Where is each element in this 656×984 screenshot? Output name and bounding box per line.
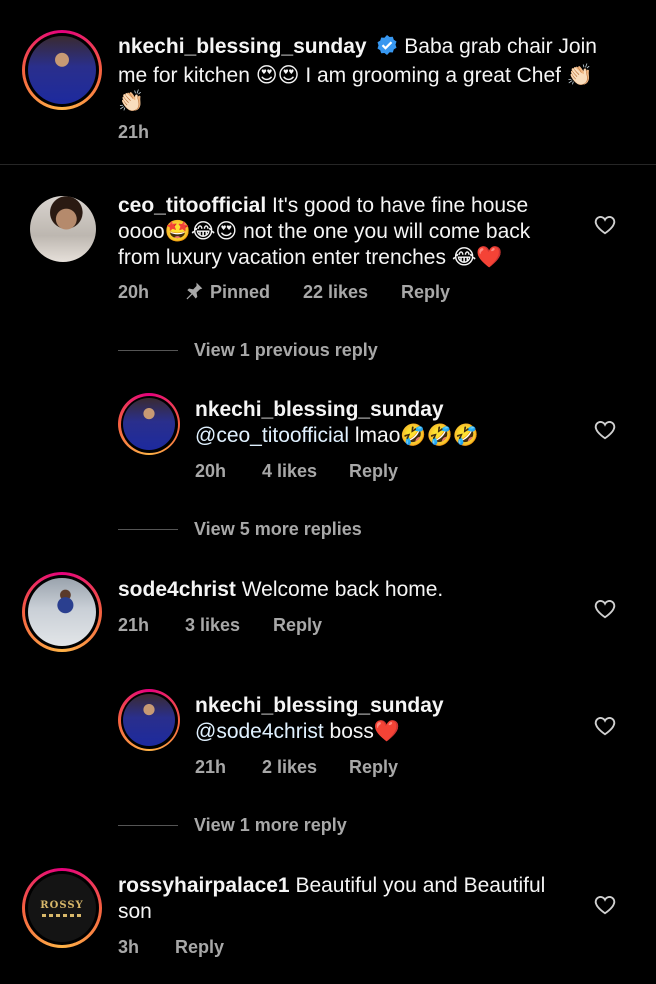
comment-time: 3h xyxy=(118,937,140,957)
reply-button[interactable]: Reply xyxy=(401,282,450,303)
view-replies-label: View 5 more replies xyxy=(194,519,362,539)
comment-text-block: sode4christ Welcome back home. xyxy=(118,577,576,603)
view-replies-button[interactable]: View 1 more reply xyxy=(118,815,347,836)
likes-count[interactable]: 2 likes xyxy=(262,757,317,778)
pinned-label: Pinned xyxy=(210,282,271,302)
verified-badge-icon xyxy=(376,34,398,63)
likes-count[interactable]: 3 likes xyxy=(185,615,240,636)
view-replies-button[interactable]: View 1 previous reply xyxy=(118,340,378,361)
caption-text-block: nkechi_blessing_sunday Baba grab chair J… xyxy=(118,34,608,115)
reply-button[interactable]: Reply xyxy=(349,461,398,482)
comment-text: Welcome back home. xyxy=(235,578,444,601)
comment-text-block: rossyhairpalace1 Beautiful you and Beaut… xyxy=(118,873,576,925)
comment-text-block: ceo_titoofficial It's good to have fine … xyxy=(118,193,576,271)
view-replies-button[interactable]: View 5 more replies xyxy=(118,519,362,540)
caption-time: 21h xyxy=(118,122,150,142)
comment-username[interactable]: ceo_titoofficial xyxy=(118,194,266,217)
heart-outline-icon[interactable] xyxy=(594,419,616,441)
comment-time: 20h xyxy=(118,282,150,302)
replies-line xyxy=(118,529,178,530)
reply-text: lmao🤣🤣🤣 xyxy=(349,424,479,447)
comment-time: 21h xyxy=(118,615,150,635)
avatar[interactable] xyxy=(22,30,102,110)
reply-time: 20h xyxy=(195,461,227,481)
shop-logo: ROSSY xyxy=(40,899,84,911)
reply-button[interactable]: Reply xyxy=(349,757,398,778)
logo-stars xyxy=(42,913,82,917)
heart-outline-icon[interactable] xyxy=(594,598,616,620)
reply-username[interactable]: nkechi_blessing_sunday xyxy=(195,693,575,719)
reply-text-block: nkechi_blessing_sunday @sode4christ boss… xyxy=(195,693,575,745)
avatar[interactable]: ROSSY xyxy=(22,868,102,948)
likes-count[interactable]: 4 likes xyxy=(262,461,317,482)
reply-text: boss❤️ xyxy=(323,720,401,743)
avatar[interactable] xyxy=(30,196,96,262)
replies-line xyxy=(118,350,178,351)
likes-count[interactable]: 22 likes xyxy=(303,282,368,303)
reply-text-block: nkechi_blessing_sunday @ceo_titoofficial… xyxy=(195,397,575,449)
avatar[interactable] xyxy=(22,572,102,652)
heart-outline-icon[interactable] xyxy=(594,894,616,916)
caption-divider xyxy=(0,164,656,165)
reply-username[interactable]: nkechi_blessing_sunday xyxy=(195,397,575,423)
view-replies-label: View 1 previous reply xyxy=(194,340,378,360)
replies-line xyxy=(118,825,178,826)
mention-link[interactable]: @sode4christ xyxy=(195,720,324,743)
heart-outline-icon[interactable] xyxy=(594,214,616,236)
heart-outline-icon[interactable] xyxy=(594,715,616,737)
mention-link[interactable]: @ceo_titoofficial xyxy=(195,424,349,447)
pin-icon xyxy=(184,281,204,306)
reply-time: 21h xyxy=(195,757,227,777)
view-replies-label: View 1 more reply xyxy=(194,815,347,835)
reply-button[interactable]: Reply xyxy=(175,937,224,958)
avatar[interactable] xyxy=(118,393,180,455)
avatar[interactable] xyxy=(118,689,180,751)
caption-username[interactable]: nkechi_blessing_sunday xyxy=(118,35,367,58)
reply-button[interactable]: Reply xyxy=(273,615,322,636)
comment-username[interactable]: sode4christ xyxy=(118,578,236,601)
comment-username[interactable]: rossyhairpalace1 xyxy=(118,874,290,897)
